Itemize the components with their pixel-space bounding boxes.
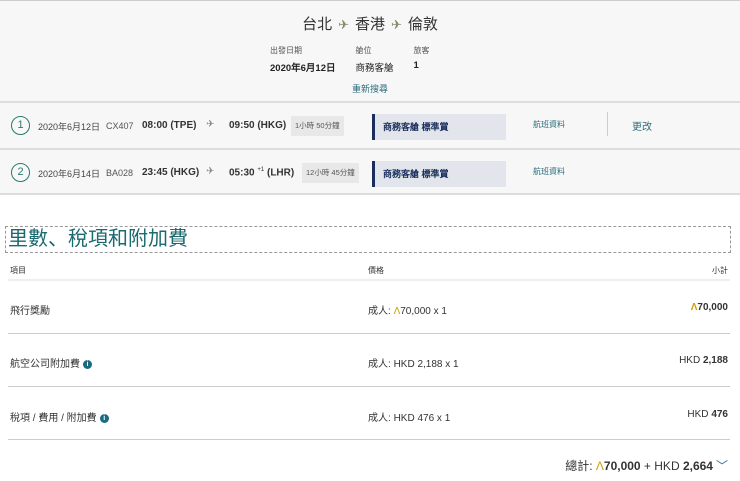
flight-info-link[interactable]: 航班資料: [533, 166, 565, 177]
flight-info-link[interactable]: 航班資料: [533, 119, 565, 130]
chevron-down-icon[interactable]: ﹀: [716, 459, 728, 473]
flight-date: 2020年6月14日: [38, 169, 101, 179]
item-subtotal: HKD 476: [687, 409, 728, 420]
flight-row: 1 2020年6月12日 CX407 08:00 (TPE) ✈ 09:50 (…: [0, 101, 740, 147]
miles-symbol: Λ: [595, 459, 604, 473]
divider: [8, 439, 730, 440]
arrival-time: 05:30 +1 (LHR): [229, 167, 295, 179]
currency-label: + HKD: [640, 459, 683, 473]
destination: 倫敦: [407, 16, 438, 33]
change-button[interactable]: 更改: [632, 118, 652, 133]
date-label: 出發日期: [270, 46, 302, 55]
divider: [8, 386, 730, 387]
flight-number: BA028: [106, 168, 134, 178]
total-amount: 2,664: [682, 459, 713, 473]
plane-icon: ✈: [206, 166, 215, 177]
info-icon[interactable]: i: [83, 359, 92, 369]
duration: 1小時 50分鐘: [291, 116, 344, 136]
divider: [8, 279, 730, 281]
total-summary[interactable]: 總計: Λ70,000 + HKD 2,664 ﹀: [565, 457, 728, 474]
flight-row: 2 2020年6月14日 BA028 23:45 (HKG) ✈ 05:30 +…: [0, 148, 740, 195]
arrival-time: 09:50 (HKG): [229, 120, 287, 131]
section-title: 里數、稅項和附加費: [5, 226, 731, 253]
item-name: 稅項 / 費用 / 附加費 i: [10, 409, 109, 424]
plane-icon: ✈: [338, 17, 349, 32]
item-subtotal: Λ70,000: [690, 302, 728, 313]
item-price: 成人: HKD 2,188 x 1: [368, 359, 459, 370]
plane-icon: ✈: [391, 17, 402, 32]
passenger-label: 旅客: [413, 46, 430, 55]
cabin-label: 艙位: [355, 46, 372, 55]
cabin-value: 商務客艙: [355, 63, 394, 74]
date-value: 2020年6月12日: [270, 63, 336, 74]
origin: 台北: [302, 16, 333, 33]
departure-time: 08:00 (TPE): [142, 120, 197, 131]
via: 香港: [354, 16, 385, 33]
total-label: 總計:: [565, 459, 593, 473]
flight-date: 2020年6月12日: [38, 122, 101, 132]
header-subtotal: 小計: [712, 266, 728, 275]
segment-number: 2: [11, 163, 30, 182]
duration: 12小時 45分鐘: [302, 163, 359, 183]
segment-number: 1: [11, 116, 30, 135]
plane-icon: ✈: [206, 119, 215, 130]
item-subtotal: HKD 2,188: [679, 355, 728, 366]
cabin-fare: 商務客艙 標準賞: [372, 114, 506, 140]
header-item: 項目: [10, 266, 26, 275]
route-title: 台北 ✈ 香港 ✈ 倫敦: [0, 13, 740, 34]
item-name: 飛行獎勵: [10, 306, 50, 317]
total-miles: 70,000: [603, 459, 641, 473]
passenger-value: 1: [413, 60, 419, 71]
header-price: 價格: [368, 266, 384, 275]
departure-time: 23:45 (HKG): [142, 167, 200, 178]
info-icon[interactable]: i: [99, 413, 109, 423]
divider: [607, 112, 608, 136]
item-name: 航空公司附加費 i: [10, 355, 92, 370]
research-link[interactable]: 重新搜尋: [352, 84, 388, 94]
flight-number: CX407: [106, 121, 134, 131]
cabin-fare: 商務客艙 標準賞: [372, 161, 506, 187]
item-price: 成人: HKD 476 x 1: [368, 413, 451, 424]
divider: [8, 333, 730, 334]
item-price: 成人: Λ70,000 x 1: [368, 306, 447, 317]
